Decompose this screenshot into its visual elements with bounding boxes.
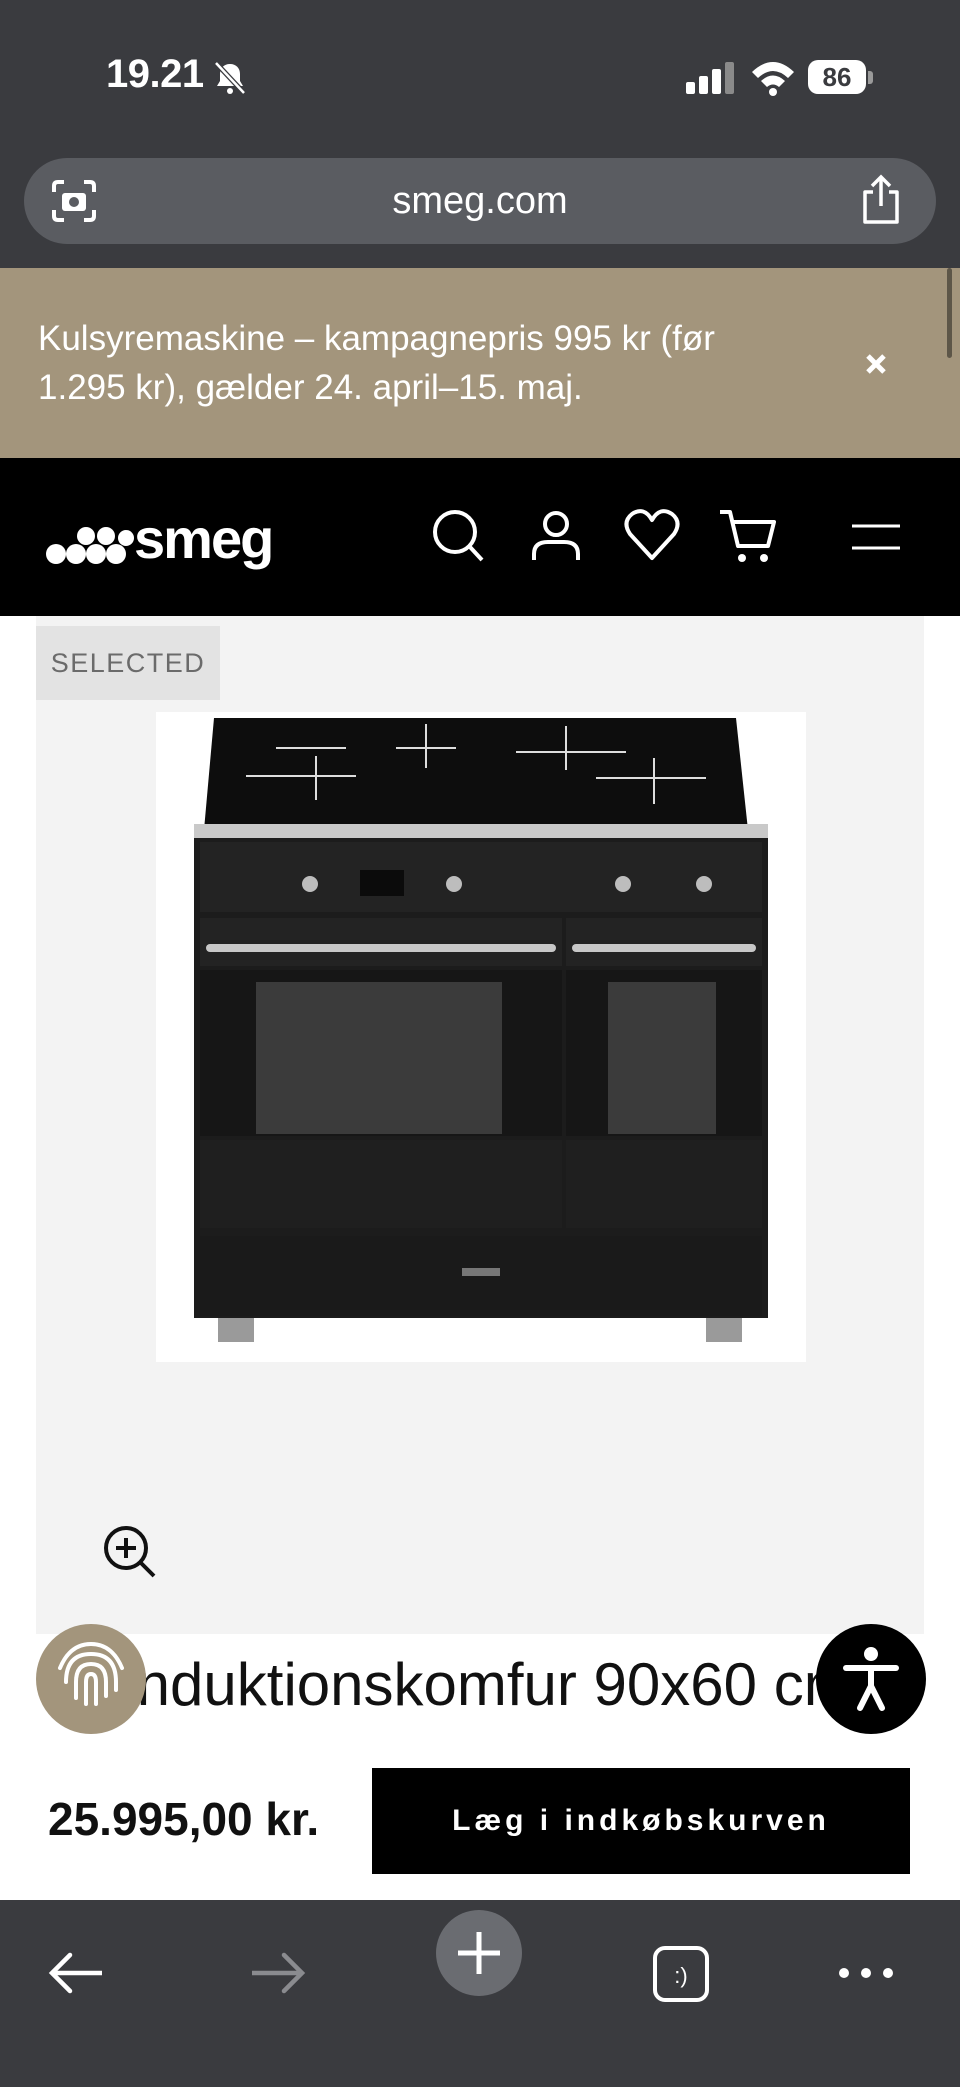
zoom-in-icon[interactable] [98,1520,162,1584]
fingerprint-button[interactable] [36,1624,146,1734]
scrollbar[interactable] [947,268,952,358]
product-gallery[interactable]: SELECTED [36,616,924,1634]
accessibility-icon [843,1647,899,1711]
forward-icon[interactable] [246,1920,310,2004]
status-time: 19.21 [106,52,204,96]
close-icon[interactable] [856,344,896,384]
wifi-icon [752,62,794,96]
add-to-cart-button[interactable]: Læg i indkøbskurven [372,1768,910,1874]
product-price: 25.995,00 kr. [48,1793,320,1845]
search-icon[interactable] [428,504,488,568]
back-icon[interactable] [44,1920,108,2004]
accessibility-button[interactable] [816,1624,926,1734]
url-text: smeg.com [392,180,568,222]
product-image[interactable] [156,712,806,1362]
browser-address-area: smeg.com [0,150,960,268]
range-cooker-illustration [194,718,768,1342]
new-tab-button[interactable] [436,1910,522,1996]
cart-icon[interactable] [718,504,778,568]
product-title: Induktionskomfur 90x60 cm [120,1651,840,1718]
battery-cap [868,71,873,84]
plus-icon [458,1932,500,1974]
share-icon[interactable] [856,174,906,226]
bell-muted-icon [214,61,246,95]
tabs-icon[interactable]: :) [650,1920,712,2004]
logo-text: smeg [134,507,274,570]
battery-indicator: 86 [808,60,874,96]
more-icon[interactable] [834,1920,898,2004]
heart-icon[interactable] [622,504,682,568]
signal-icon [686,62,734,94]
logo-dots-icon [46,527,134,564]
browser-toolbar: :) [0,1900,960,2087]
account-icon[interactable] [526,504,586,568]
smeg-logo[interactable]: smeg [46,508,306,578]
site-header: smeg [0,458,960,616]
promo-banner: Kulsyremaskine – kampagnepris 995 kr (fø… [0,268,960,458]
menu-icon[interactable] [848,504,908,568]
fingerprint-icon [58,1641,124,1706]
promo-text: Kulsyremaskine – kampagnepris 995 kr (fø… [38,319,715,407]
address-bar[interactable]: smeg.com [24,158,936,244]
status-bar: 19.21 86 [0,0,960,150]
selected-badge: SELECTED [36,626,220,700]
battery-level: 86 [808,60,866,94]
svg-text::): :) [674,1963,687,1988]
